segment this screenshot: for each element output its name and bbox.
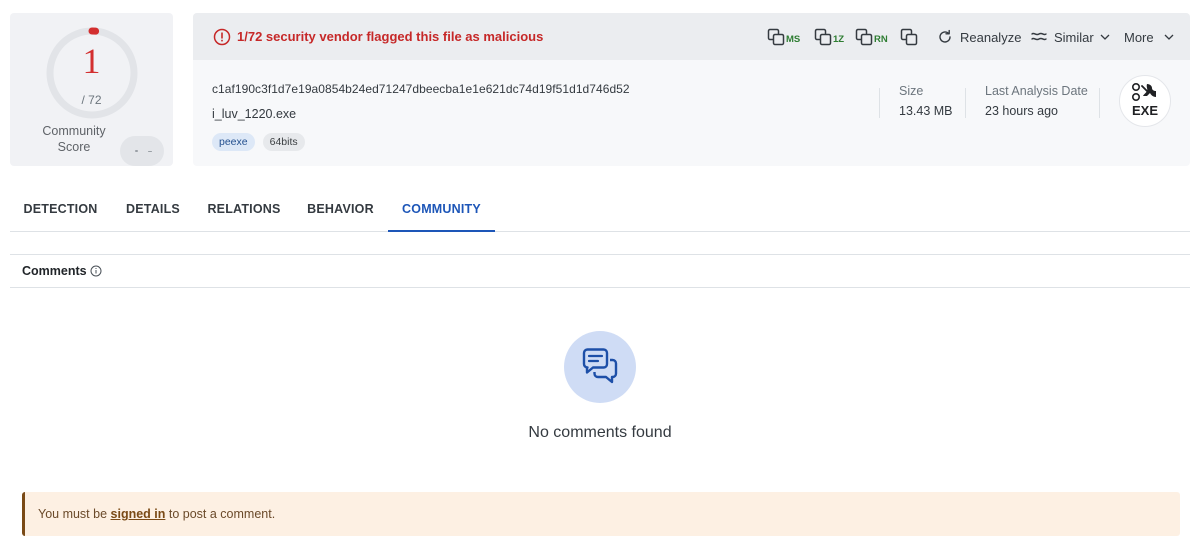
copy-md5-button[interactable]: MS (767, 26, 800, 48)
divider (965, 88, 966, 118)
empty-comments-text: No comments found (528, 424, 672, 441)
tag-pill-peexe[interactable]: peexe (212, 133, 255, 151)
comments-title: Comments (22, 264, 87, 278)
copy-icon (855, 28, 873, 46)
size-label: Size (899, 84, 924, 98)
copy-icon (900, 28, 918, 46)
refresh-icon (939, 29, 951, 43)
similar-waves-icon (1031, 32, 1047, 41)
tab-details[interactable]: DETAILS (111, 186, 195, 232)
chevron-down-icon (1164, 34, 1174, 40)
file-type-badge: EXE (1119, 75, 1171, 127)
file-header-card: 1/72 security vendor flagged this file a… (193, 13, 1190, 166)
malicious-alert-bar: 1/72 security vendor flagged this file a… (193, 13, 1190, 60)
community-vote-toggle[interactable] (120, 136, 164, 166)
engine-total: / 72 (81, 93, 102, 107)
alert-text: 1/72 security vendor flagged this file a… (237, 29, 544, 44)
exe-type-label: EXE (1131, 103, 1158, 118)
copy-icon (814, 28, 832, 46)
tab-relations[interactable]: RELATIONS (195, 186, 293, 232)
community-score-label: Community Score (42, 124, 106, 154)
last-analysis-value: 23 hours ago (985, 104, 1058, 118)
size-value: 13.43 MB (899, 104, 953, 118)
report-tabs: DETECTION DETAILS RELATIONS BEHAVIOR COM… (10, 186, 1190, 232)
divider (1099, 88, 1100, 118)
exe-type-icon (1131, 82, 1156, 102)
info-icon[interactable] (90, 265, 102, 277)
tab-behavior[interactable]: BEHAVIOR (293, 186, 388, 232)
tag-pill-64bits[interactable]: 64bits (262, 133, 305, 151)
chevron-down-icon (1100, 34, 1110, 40)
divider (879, 88, 880, 118)
signin-link[interactable]: signed in (111, 507, 166, 521)
file-name: i_luv_1220.exe (212, 107, 297, 121)
file-hash[interactable]: c1af190c3f1d7e19a0854b24ed71247dbeecba1e… (212, 82, 630, 96)
tab-community[interactable]: COMMUNITY (388, 186, 495, 232)
detection-score-card: 1 / 72 Community Score (10, 13, 173, 166)
empty-comments-illustration (564, 331, 636, 403)
copy-hash-button[interactable] (900, 26, 918, 48)
file-tags: peexe 64bits (212, 133, 305, 151)
copy-sha1-button[interactable]: 1Z (814, 26, 844, 48)
alert-circle-icon (213, 28, 231, 46)
tab-detection[interactable]: DETECTION (10, 186, 111, 232)
comments-header: Comments (10, 254, 1190, 288)
copy-icon (767, 28, 785, 46)
copy-sha256-button[interactable]: RN (855, 26, 888, 48)
detection-count: 1 (82, 41, 101, 81)
signin-notice: You must be signed in to post a comment. (22, 492, 1180, 536)
last-analysis-label: Last Analysis Date (985, 84, 1088, 98)
similar-dropdown[interactable]: Similar (1030, 26, 1111, 48)
chat-bubbles-icon (582, 348, 618, 384)
reanalyze-button[interactable]: Reanalyze (936, 26, 1021, 48)
more-dropdown[interactable]: More (1124, 26, 1175, 48)
